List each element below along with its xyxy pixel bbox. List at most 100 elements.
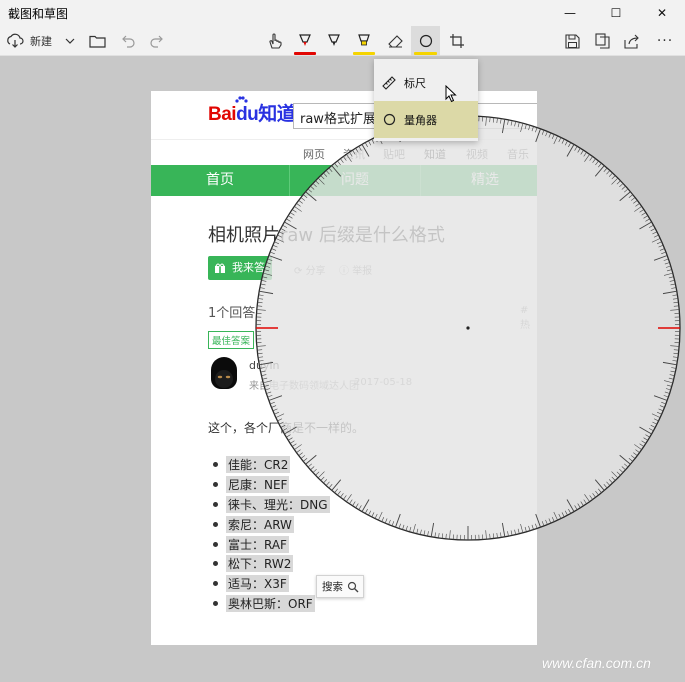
more-options-button[interactable]: ···: [652, 26, 678, 56]
brand-list: 佳能：CR2 尼康：NEF 徕卡、理光：DNG 索尼：ARW 富士：RAF 松下…: [213, 455, 330, 613]
search-popup-button[interactable]: 搜索: [316, 575, 364, 598]
minimize-button[interactable]: —: [547, 0, 593, 26]
nav-zhidao[interactable]: 知道: [424, 146, 446, 167]
list-item: 奥林巴斯：ORF: [213, 594, 330, 614]
copy-button[interactable]: [590, 26, 614, 56]
baidu-logo: Baidu知道: [208, 104, 296, 125]
answer-intro: 这个，各个厂商是不一样的。: [208, 421, 365, 435]
maximize-button[interactable]: ☐: [593, 0, 639, 26]
protractor-tick: [639, 221, 652, 230]
pen-color-underline: [294, 52, 316, 55]
share-link[interactable]: ⟳ 分享: [294, 262, 326, 277]
protractor-tick: [608, 172, 613, 177]
protractor-tick: [664, 391, 670, 394]
nav-tieba[interactable]: 贴吧: [383, 146, 405, 162]
protractor-tick: [558, 513, 562, 519]
protractor-tick: [598, 488, 602, 493]
list-item: 适马：X3F: [213, 574, 330, 594]
hot-tag: #热: [520, 305, 530, 331]
close-button[interactable]: ✕: [639, 0, 685, 26]
protractor-tick: [606, 481, 611, 486]
protractor-tick: [551, 134, 555, 140]
nav-web[interactable]: 网页: [303, 146, 325, 162]
save-icon: [564, 33, 580, 49]
toolbar: 新建 ···: [0, 26, 685, 56]
tab-home[interactable]: 首页: [151, 165, 289, 196]
protractor-tick: [551, 516, 555, 522]
protractor-tick: [583, 152, 587, 157]
touch-writing-icon: [269, 33, 282, 49]
highlighter-icon: [358, 34, 370, 46]
save-button[interactable]: [560, 26, 584, 56]
protractor-tick: [553, 135, 558, 145]
answerer-name[interactable]: duyin: [249, 359, 280, 372]
answer-button[interactable]: 我来答: [208, 256, 272, 280]
protractor-tick: [650, 228, 656, 232]
share-icon: [624, 34, 639, 49]
protractor-tick: [568, 142, 572, 148]
redo-button[interactable]: [146, 26, 168, 56]
protractor-tick: [577, 148, 581, 153]
share-button[interactable]: [620, 26, 644, 56]
undo-button[interactable]: [116, 26, 138, 56]
pencil-button[interactable]: [321, 26, 347, 56]
nav-music[interactable]: 音乐: [507, 146, 529, 162]
protractor-tick: [577, 503, 581, 508]
best-answer-badge: 最佳答案: [208, 331, 255, 349]
crop-button[interactable]: [444, 26, 470, 56]
folder-icon: [88, 35, 106, 48]
touch-writing-button[interactable]: [262, 26, 288, 56]
protractor-tick: [561, 138, 565, 144]
tab-questions[interactable]: 问题: [290, 165, 420, 196]
protractor-tick: [545, 131, 548, 137]
protractor-tick: [673, 305, 679, 307]
nav-video[interactable]: 视频: [466, 146, 488, 162]
copy-icon: [594, 33, 610, 49]
nav-news[interactable]: 资讯: [343, 146, 365, 162]
menu-item-protractor[interactable]: 量角器: [374, 101, 478, 138]
protractor-tick: [669, 374, 675, 376]
list-item: 松下：RW2: [213, 554, 330, 574]
protractor-tick: [584, 494, 590, 502]
eraser-button[interactable]: [382, 26, 408, 56]
protractor-tick: [595, 160, 599, 166]
protractor-tick: [635, 449, 640, 453]
protractor-tick: [641, 212, 646, 216]
list-item: 尼康：NEF: [213, 475, 330, 495]
protractor-tick: [606, 170, 611, 175]
protractor-tick: [624, 463, 629, 468]
report-link[interactable]: ⓘ 举报: [339, 262, 372, 277]
protractor-tick: [548, 132, 552, 138]
menu-item-ruler[interactable]: 标尺: [374, 64, 478, 101]
open-file-button[interactable]: [86, 26, 108, 56]
protractor-tick: [653, 255, 668, 261]
eraser-icon: [387, 34, 403, 48]
protractor-tick: [659, 405, 665, 408]
new-dropdown-button[interactable]: [62, 26, 78, 56]
protractor-tick: [574, 146, 578, 151]
protractor-tick: [662, 290, 677, 295]
answerer-meta: 来自电子数码领域达人团: [249, 381, 359, 392]
protractor-tick: [652, 421, 658, 425]
protractor-tick: [564, 140, 568, 146]
protractor-tick: [548, 518, 552, 524]
gift-icon: [215, 263, 225, 273]
ruler-tool-button[interactable]: [411, 26, 440, 56]
tab-featured[interactable]: 精选: [421, 165, 537, 196]
protractor-tick: [670, 309, 680, 311]
new-button-label: 新建: [30, 35, 52, 48]
ballpoint-pen-button[interactable]: [291, 26, 319, 56]
new-button[interactable]: 新建: [6, 26, 66, 56]
highlighter-button[interactable]: [350, 26, 378, 56]
protractor-tick: [661, 401, 667, 405]
protractor-tick: [651, 238, 661, 243]
protractor-tick: [611, 476, 616, 481]
protractor-tick: [561, 512, 565, 518]
paw-icon: [235, 96, 248, 103]
protractor-tick: [608, 479, 613, 484]
protractor-tick: [611, 471, 619, 479]
avatar[interactable]: [211, 357, 237, 389]
protractor-tick: [558, 137, 562, 143]
protractor-tick: [639, 443, 644, 447]
answer-count: 1个回答: [208, 306, 256, 321]
